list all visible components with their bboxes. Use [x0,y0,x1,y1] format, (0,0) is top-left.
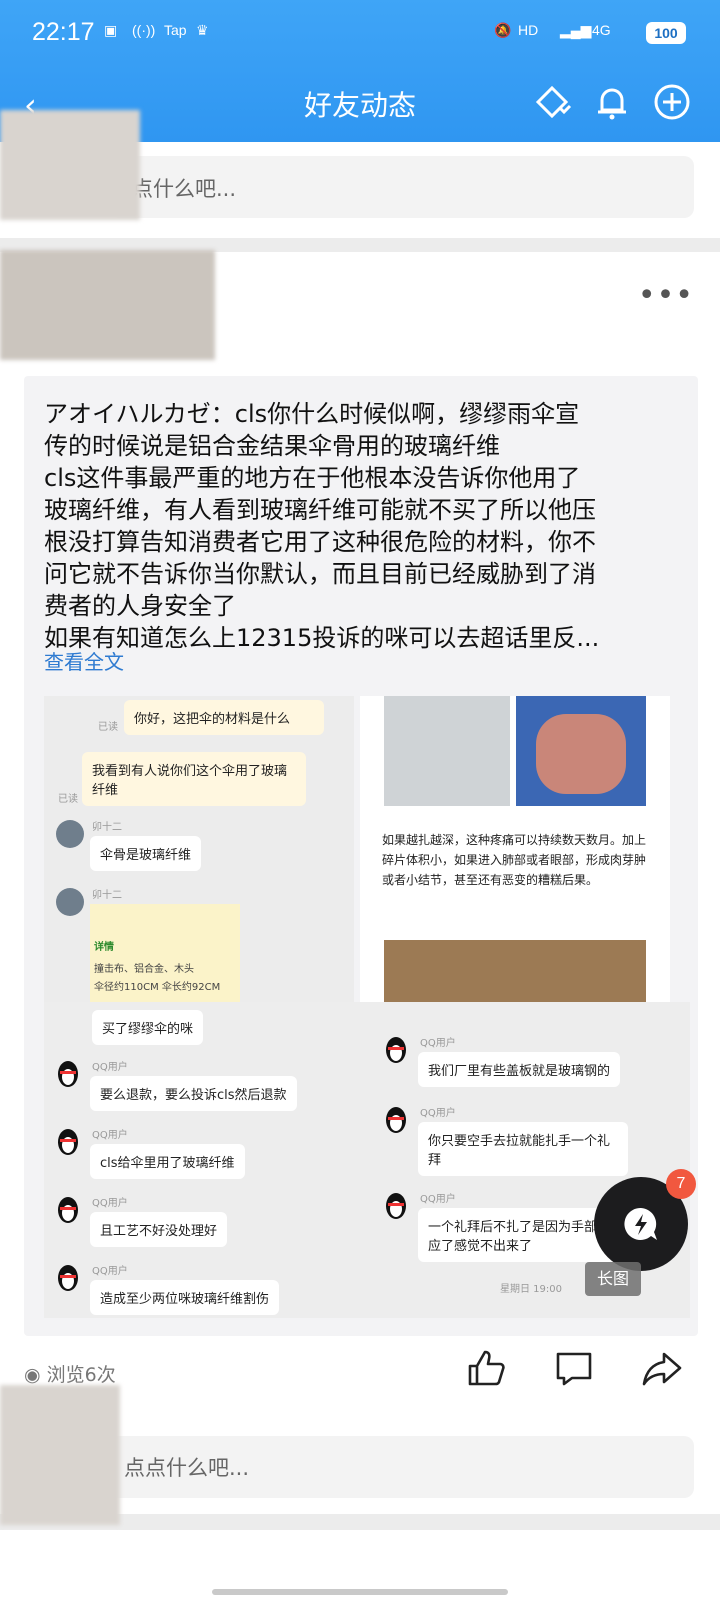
mute-icon: 🔕 [494,22,512,38]
read-label: 已读 [98,722,118,733]
detail-line: 撞击布、铝合金、木头 [94,964,194,975]
notification-badge: 7 [666,1169,696,1199]
comment-placeholder-top: 点什么吧... [132,177,237,201]
ai-sparkle-icon[interactable] [530,80,574,124]
qq-penguin-icon [58,1061,78,1087]
view-count: ◉ 浏览6次 [24,1360,116,1387]
read-label: 已读 [58,794,78,805]
article-text: 如果越扎越深，这种疼痛可以持续数天数月。加上碎片体积小，如果进入肺部或者眼部，形… [382,833,647,887]
qq-penguin-icon [386,1037,406,1063]
post-text-line: 问它就不告诉你当你默认，而且目前已经威胁到了消 [44,560,596,588]
chat-bubble: 我看到有人说你们这个伞用了玻璃纤维 [82,752,306,806]
detail-line: 伞径约110CM 伞长约92CM [94,982,221,993]
bell-icon[interactable] [590,80,634,124]
share-icon[interactable] [640,1346,684,1390]
lightning-chat-icon [624,1207,657,1240]
worker-photo [384,940,646,1002]
post-text-line: 根没打算告知消费者它用了这种很危险的材料，你不 [44,528,596,556]
blurred-avatar [0,110,140,220]
chat-timestamp: 星期日 19:00 [500,1284,562,1295]
fiberglass-photo [384,696,510,806]
chat-bubble: 造成至少两位咪玻璃纤维割伤 [90,1280,280,1315]
chat-sender: QQ用户 [92,1198,128,1209]
blurred-avatar [0,1385,120,1525]
eye-icon: ◉ [24,1364,41,1386]
qq-penguin-icon [386,1193,406,1219]
post-text-line: 传的时候说是铝合金结果伞骨用的玻璃纤维 [44,432,500,460]
forwarded-post[interactable]: アオイハルカゼ：cls你什么时候似啊，缪缪雨伞宣 传的时候说是铝合金结果伞骨用的… [24,376,698,1336]
home-indicator[interactable] [212,1589,508,1595]
clipboard-icon: ▣ [104,22,118,38]
chat-sender: 卯十二 [92,890,122,901]
post-image-chat[interactable]: 你好，这把伞的材料是什么 已读 我看到有人说你们这个伞用了玻璃纤维 已读 卯十二… [44,696,354,1002]
signal-icon: ▂▄▆ [560,22,592,38]
view-count-label: 浏览6次 [46,1364,116,1386]
avatar [56,820,84,848]
status-time: 22:17 [32,18,95,46]
qq-penguin-icon [58,1129,78,1155]
chat-sender: QQ用户 [420,1108,456,1119]
post-text-line: cls这件事最严重的地方在于他根本没告诉你他用了 [44,464,581,492]
hd-label: HD [518,22,539,38]
chat-bubble: 你只要空手去拉就能扎手一个礼拜 [418,1122,628,1176]
status-bar: 22:17 ▣ ((·)) Tap ♛ 🔕 HD ▂▄▆ 4G 100 [0,0,720,68]
post-text-line: アオイハルカゼ：cls你什么时候似啊，缪缪雨伞宣 [44,400,580,428]
tap-label: Tap [164,22,187,38]
chat-sender: QQ用户 [92,1062,128,1073]
avatar [56,888,84,916]
post-text-line: 费者的人身安全了 [44,592,236,620]
chat-sender: QQ用户 [92,1130,128,1141]
comment-placeholder-bottom: 点点什么吧... [124,1456,250,1480]
detail-title: 详情 [94,942,114,953]
chat-bubble: 且工艺不好没处理好 [90,1212,228,1247]
post-image-article[interactable]: 如果越扎越深，这种疼痛可以持续数天数月。加上碎片体积小，如果进入肺部或者眼部，形… [360,696,670,1002]
post-text: アオイハルカゼ：cls你什么时候似啊，缪缪雨伞宣 传的时候说是铝合金结果伞骨用的… [44,398,684,654]
floating-ai-button[interactable]: 7 [594,1169,696,1271]
chat-bubble: 伞骨是玻璃纤维 [90,836,202,871]
long-image-tag[interactable]: 长图 [585,1262,641,1296]
product-detail-card: 详情 撞击布、铝合金、木头 伞径约110CM 伞长约92CM [90,904,240,1002]
post-text-line: 玻璃纤维，有人看到玻璃纤维可能就不买了所以他压 [44,496,596,524]
network-label: 4G [592,22,611,38]
chat-bubble: 要么退款，要么投诉cls然后退款 [90,1076,297,1111]
chat-sender: QQ用户 [420,1194,456,1205]
comment-input-top[interactable]: 点什么吧... [110,156,694,218]
like-icon[interactable] [464,1346,508,1390]
qq-penguin-icon [58,1265,78,1291]
hotspot-icon: ((·)) [132,22,156,38]
add-icon[interactable] [650,80,694,124]
chat-bubble: cls给伞里用了玻璃纤维 [90,1144,245,1179]
qq-penguin-icon [58,1197,78,1223]
chat-bubble: 我们厂里有些盖板就是玻璃钢的 [418,1052,621,1087]
comment-icon[interactable] [552,1346,596,1390]
chat-sender: QQ用户 [92,1266,128,1277]
chat-bubble: 你好，这把伞的材料是什么 [124,700,324,735]
blurred-username [0,250,215,360]
more-options-icon[interactable]: ••• [638,278,694,313]
crown-icon: ♛ [196,22,209,38]
battery-indicator: 100 [646,22,686,44]
comment-input-bottom[interactable]: 点点什么吧... [110,1436,694,1498]
post-text-line: 如果有知道怎么上12315投诉的咪可以去超话里反... [44,624,600,652]
chat-sender: 卯十二 [92,822,122,833]
qq-penguin-icon [386,1107,406,1133]
chat-sender: QQ用户 [420,1038,456,1049]
injured-hand-photo [516,696,646,806]
view-full-text-link[interactable]: 查看全文 [44,646,124,675]
chat-bubble: 买了缪缪伞的咪 [92,1010,204,1045]
